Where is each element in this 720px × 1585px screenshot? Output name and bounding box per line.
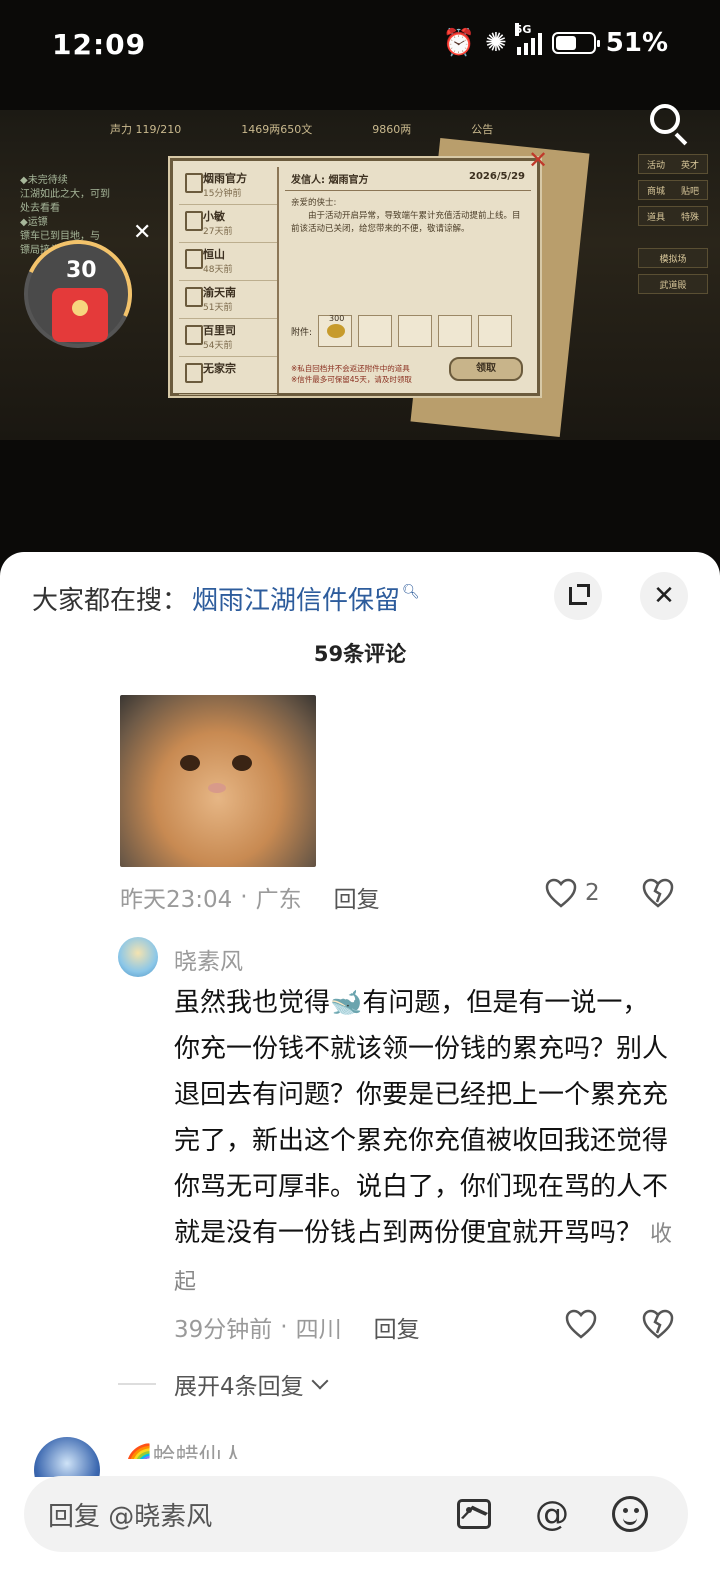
claim-button: 领取	[449, 357, 523, 381]
mail-item: 百里司 54天前	[179, 319, 277, 357]
game-right-menu: 活动 英才 商城 贴吧 道具 特殊 模拟场 武道殿	[638, 154, 708, 300]
emoji-icon[interactable]	[610, 1494, 650, 1534]
signal-icon: 5G	[514, 23, 542, 55]
mention-icon[interactable]: @	[532, 1494, 572, 1534]
mail-content: 发信人: 烟雨官方 2026/5/29 亲爱的侠士: 由于活动开启异常，导致端午…	[285, 167, 531, 387]
mail-header: 发信人: 烟雨官方 2026/5/29	[285, 167, 531, 191]
mail-body: 亲爱的侠士: 由于活动开启异常，导致端午累计充值活动提前上线。目前该活动已关闭，…	[285, 191, 531, 242]
like-count: 2	[585, 880, 600, 906]
expand-icon	[569, 584, 590, 605]
chevron-down-icon	[311, 1372, 329, 1390]
gold-ingot-icon	[327, 324, 346, 338]
game-stat: 1469两650文	[241, 123, 313, 136]
mail-item: 小敏 27天前	[179, 205, 277, 243]
battery-icon	[551, 32, 600, 54]
expand-button[interactable]	[554, 572, 602, 620]
clock: 12:09	[52, 28, 147, 61]
mail-item: 烟雨官方 15分钟前	[179, 167, 277, 205]
game-menu-row: 活动 英才	[638, 154, 708, 174]
reply-button[interactable]: 回复	[334, 880, 380, 914]
status-bar: 12:09 ⏰ ✺ 5G 51%	[0, 0, 720, 90]
game-stat: 公告	[471, 123, 494, 136]
search-icon: 🔍︎	[402, 584, 420, 600]
fan-icon: ✺	[484, 28, 507, 58]
dislike-icon[interactable]	[642, 1309, 674, 1339]
comment-body: 虽然我也觉得🐋有问题，但是有一说一，你充一份钱不就该领一份钱的累充吗？别人退回去…	[174, 988, 669, 1248]
mail-attachments: 附件: 300	[291, 314, 513, 347]
game-menu-row: 模拟场	[638, 248, 708, 268]
comment-time: 昨天23:04	[120, 887, 233, 913]
close-icon[interactable]: ✕	[133, 220, 151, 245]
network-type: 5G	[514, 23, 532, 36]
comment-username[interactable]: 🌈蛤蜡仙人	[124, 1437, 245, 1459]
heart-icon	[545, 878, 577, 908]
mail-text: 由于活动开启异常，导致端午累计充值活动提前上线。目前该活动已关闭，给您带来的不便…	[291, 211, 521, 234]
attachment-slot	[358, 315, 393, 347]
game-top-strip: 声力 119/210 1469两650文 9860两 公告	[110, 118, 600, 140]
comment-location: 广东	[255, 887, 302, 913]
search-icon[interactable]	[648, 102, 692, 146]
reply-placeholder: 回复 @晓素风	[48, 1501, 213, 1532]
mail-list: 烟雨官方 15分钟前 小敏 27天前 恒山 48天前 渝天南 51天前 百里司 54天前 …	[179, 167, 279, 395]
dislike-icon[interactable]	[642, 878, 674, 908]
comment-text: 虽然我也觉得🐋有问题，但是有一说一，你充一份钱不就该领一份钱的累充吗？别人退回去…	[174, 980, 674, 1306]
expand-replies-label: 展开4条回复	[174, 1374, 304, 1400]
mail-item: 无家宗	[179, 357, 277, 395]
quest-line: 处去看看	[20, 203, 60, 214]
mail-date: 2026/5/29	[468, 171, 525, 182]
quest-line: ◆未完待续	[20, 175, 68, 186]
game-menu-row: 道具 特殊	[638, 206, 708, 226]
quest-line: 江湖如此之大，可到	[20, 189, 110, 200]
alarm-icon: ⏰	[442, 28, 475, 58]
game-menu-row: 武道殿	[638, 274, 708, 294]
close-icon: ✕	[528, 146, 549, 174]
red-envelope-icon	[52, 288, 108, 342]
image-icon[interactable]	[454, 1494, 494, 1534]
avatar[interactable]	[118, 937, 158, 977]
game-menu-row: 商城 贴吧	[638, 180, 708, 200]
attachment-slot	[438, 315, 473, 347]
red-envelope-widget[interactable]: 30	[8, 224, 148, 364]
comment-username[interactable]: 晓素风	[174, 942, 243, 976]
comment-location: 四川	[295, 1317, 342, 1343]
attachment-label: 附件:	[291, 327, 313, 338]
mail-panel: 烟雨官方 15分钟前 小敏 27天前 恒山 48天前 渝天南 51天前 百里司 54天前 …	[170, 158, 540, 396]
expand-replies-button[interactable]: 展开4条回复	[118, 1367, 329, 1401]
divider	[118, 1383, 156, 1385]
game-stat: 声力 119/210	[110, 123, 182, 136]
mail-notes: ※私自回档并不会返还附件中的道具 ※信件最多可保留45天，请及时领取	[291, 364, 412, 384]
game-stat: 9860两	[372, 123, 412, 136]
reply-button[interactable]: 回复	[374, 1310, 420, 1344]
comment-meta: 39分钟前 · 四川 回复	[174, 1310, 420, 1344]
close-button[interactable]: ✕	[640, 572, 688, 620]
comment-meta: 昨天23:04 · 广东 回复	[120, 880, 380, 914]
reply-input[interactable]: 回复 @晓素风 @	[24, 1476, 688, 1552]
attachment-slot: 300	[318, 314, 353, 347]
mail-greeting: 亲爱的侠士:	[291, 198, 337, 208]
comment-sheet: 大家都在搜： 烟雨江湖信件保留 🔍︎ ✕ 59条评论 昨天23:04 · 广东 …	[0, 552, 720, 1585]
close-icon: ✕	[653, 581, 675, 611]
mail-item: 渝天南 51天前	[179, 281, 277, 319]
mail-sender: 发信人: 烟雨官方	[291, 175, 369, 186]
avatar[interactable]	[34, 1437, 100, 1477]
comment-image[interactable]	[120, 695, 316, 867]
comment-time: 39分钟前	[174, 1317, 273, 1343]
hot-search-keyword[interactable]: 烟雨江湖信件保留	[192, 580, 400, 617]
attachment-slot	[398, 315, 433, 347]
screen: 12:09 ⏰ ✺ 5G 51% 声力 119/210 1469两650文 98…	[0, 0, 720, 1585]
like-button[interactable]: 2	[545, 878, 600, 908]
heart-icon[interactable]	[565, 1309, 597, 1339]
hot-search-prefix: 大家都在搜：	[32, 585, 189, 616]
battery-percent: 51%	[605, 28, 668, 58]
red-envelope-count: 30	[66, 258, 97, 283]
attachment-slot	[478, 315, 513, 347]
comment-count: 59条评论	[313, 642, 407, 666]
mail-item: 恒山 48天前	[179, 243, 277, 281]
status-icons: ⏰ ✺ 5G 51%	[442, 23, 668, 58]
quest-line: ◆运镖	[20, 217, 48, 228]
